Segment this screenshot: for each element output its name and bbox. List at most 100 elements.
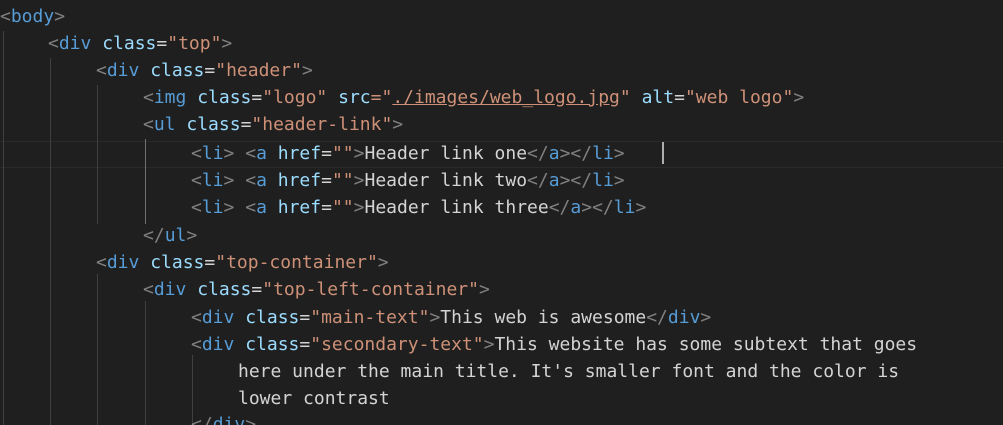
code-line-wrapped[interactable]: here under the main title. It's smaller … [238,358,899,385]
token-tag: li [613,197,636,218]
text-cursor [662,142,664,164]
token-tag: a [256,170,267,191]
token-attribute: class [197,279,252,300]
code-line[interactable]: <img class="logo" src="./images/web_logo… [143,84,804,111]
token-text: This website has some subtext that goes [494,334,918,355]
token-tag: li [592,143,614,164]
token-bracket: > [223,143,235,164]
token-bracket: </ [592,197,614,218]
token-bracket: < [96,252,107,273]
token-tag: body [10,6,55,27]
token-bracket: > [483,334,495,355]
token-string: "top" [167,33,222,54]
token-bracket: < [96,60,107,81]
token-bracket: < [0,6,11,27]
code-line[interactable]: <div class="header"> [96,57,313,84]
token-bracket: < [245,197,257,218]
code-line[interactable]: <li> <a href="">Header link two</a></li> [191,167,625,194]
token-string: =" [370,87,393,108]
token-tag: a [570,197,582,218]
token-text: This web is awesome [440,307,647,328]
token-bracket: < [191,197,202,218]
code-line[interactable]: <div class="top-container"> [96,249,389,276]
token-bracket: > [429,307,441,328]
code-line[interactable]: <div class="secondary-text">This website… [191,331,917,358]
token-bracket: </ [191,414,213,425]
token-bracket: > [559,143,571,164]
token-bracket: < [191,334,202,355]
token-string: "" [331,197,354,218]
token-string: "" [331,170,354,191]
token-attribute: class [197,87,252,108]
token-tag: div [106,252,140,273]
token-string: " [619,87,631,108]
token-bracket: < [191,307,202,328]
token-bracket: < [245,170,257,191]
token-bracket: > [353,170,365,191]
token-tag: div [201,307,235,328]
token-bracket: > [613,170,625,191]
token-equals: = [251,279,263,300]
token-attribute: class [245,307,300,328]
token-equals: = [156,33,168,54]
token-tag: a [256,197,267,218]
indent-guide [145,301,146,425]
token-bracket: > [221,33,233,54]
code-line[interactable]: <div class="top-left-container"> [143,276,490,303]
token-bracket: > [301,60,313,81]
token-bracket: > [478,279,490,300]
token-tag: li [201,197,224,218]
code-line[interactable]: <div class="top"> [48,30,232,57]
code-line-wrapped[interactable]: lower contrast [238,385,390,412]
code-line[interactable]: <ul class="header-link"> [143,111,403,138]
token-bracket: > [700,307,712,328]
token-bracket: > [223,197,235,218]
token-text: Header link two [364,170,528,191]
token-bracket: < [143,87,154,108]
code-line[interactable]: <li> <a href="">Header link three</a></l… [191,194,646,221]
code-editor[interactable]: <body> <div class="top"> <div class="hea… [0,0,1003,425]
token-tag: a [256,143,267,164]
token-tag: a [548,143,560,164]
token-bracket: </ [570,143,593,164]
token-bracket: < [191,170,202,191]
token-bracket: </ [527,170,549,191]
token-bracket: > [353,197,365,218]
token-equals: = [204,252,216,273]
token-bracket: > [635,197,647,218]
token-attribute: src [338,87,371,108]
token-bracket: > [392,114,404,135]
token-string: "web logo" [684,87,794,108]
code-line[interactable]: <body> [0,3,65,30]
token-string: "secondary-text" [310,334,484,355]
token-attribute: class [186,114,241,135]
code-line[interactable]: <li> <a href="">Header link one</a></li> [191,140,625,167]
token-equals: = [321,143,332,164]
token-string: "header" [215,60,302,81]
token-bracket: > [793,87,805,108]
token-bracket: > [353,143,365,164]
code-line[interactable]: </ul> [143,222,197,249]
token-bracket: > [613,143,625,164]
token-bracket: > [377,252,389,273]
token-bracket: > [186,225,198,246]
token-string: "top-left-container" [262,279,479,300]
token-equals: = [299,307,311,328]
code-line[interactable]: </div> [191,411,256,425]
token-bracket: > [581,197,593,218]
token-link[interactable]: ./images/web_logo.jpg [392,87,620,108]
token-string: "logo" [262,87,328,108]
token-attribute: class [150,60,205,81]
token-tag: div [58,33,92,54]
token-bracket: </ [527,143,549,164]
indent-guide [97,274,98,425]
code-line[interactable]: <div class="main-text">This web is aweso… [191,304,711,331]
token-bracket: > [559,170,571,191]
token-tag: a [548,170,560,191]
token-string: "main-text" [310,307,430,328]
token-string: "header-link" [251,114,393,135]
indent-guide [3,31,4,425]
token-tag: li [201,170,224,191]
token-text: Header link one [364,143,528,164]
token-bracket: < [48,33,59,54]
